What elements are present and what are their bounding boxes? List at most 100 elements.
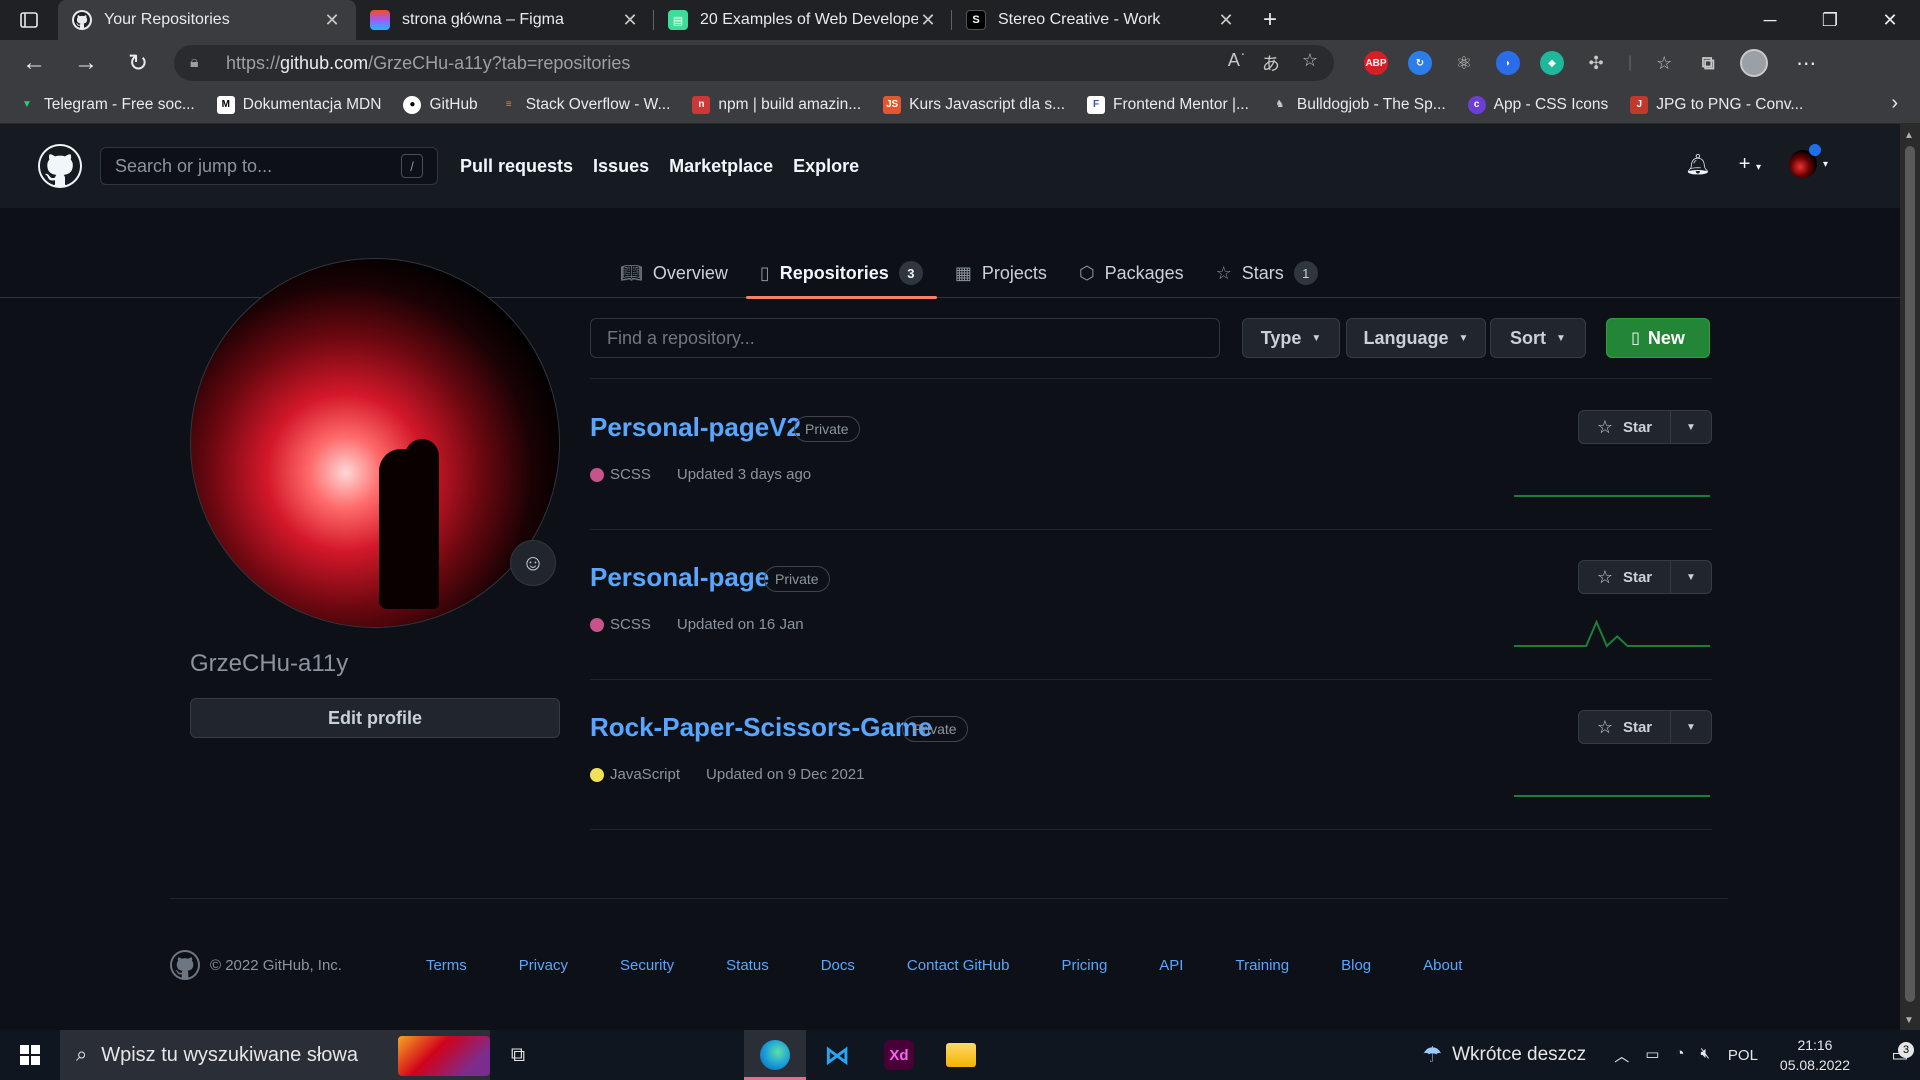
footer-link-privacy[interactable]: Privacy <box>519 957 568 974</box>
bell-icon[interactable]: 🔔︎ <box>1685 152 1710 177</box>
footer-link-blog[interactable]: Blog <box>1341 957 1371 974</box>
nav-marketplace[interactable]: Marketplace <box>669 156 773 177</box>
browser-tab-3[interactable]: S Stereo Creative - Work ✕ <box>952 0 1250 40</box>
scroll-down-icon[interactable]: ▼ <box>1904 1015 1914 1026</box>
back-arrow-icon[interactable]: ← <box>8 40 60 86</box>
smiley-status-icon[interactable]: ☺ <box>510 540 556 586</box>
task-view-icon[interactable]: ⧉ <box>490 1044 546 1067</box>
bookmark-css-icons[interactable]: c App - CSS Icons <box>1467 95 1608 114</box>
more-options-icon[interactable]: ⋯ <box>1796 51 1816 76</box>
bookmark-npm[interactable]: n npm | build amazin... <box>692 95 861 114</box>
github-logo-icon[interactable] <box>170 950 200 980</box>
repo-name-link[interactable]: Personal-page <box>590 562 769 593</box>
minimize-icon[interactable]: ─ <box>1740 0 1800 40</box>
page-scrollbar[interactable]: ▲ ▼ <box>1900 124 1920 1030</box>
sync-icon[interactable]: ↻ <box>1408 51 1432 75</box>
footer-link-training[interactable]: Training <box>1235 957 1289 974</box>
footer-link-api[interactable]: API <box>1159 957 1183 974</box>
react-devtools-icon[interactable]: ⚛ <box>1452 51 1476 75</box>
chevron-right-icon[interactable]: › <box>1891 92 1898 115</box>
bookmark-frontend-mentor[interactable]: F Frontend Mentor |... <box>1087 95 1249 114</box>
read-aloud-icon[interactable]: A͘ <box>1228 50 1240 76</box>
user-menu[interactable]: ▾ <box>1788 144 1828 178</box>
battery-icon[interactable]: ▭ <box>1645 1045 1659 1066</box>
star-button[interactable]: ☆ Star <box>1579 561 1671 593</box>
tab-packages[interactable]: ⬡ Packages <box>1065 248 1198 298</box>
nav-issues[interactable]: Issues <box>593 156 649 177</box>
restore-icon[interactable]: ❐ <box>1800 0 1860 40</box>
scrollbar-thumb[interactable] <box>1905 146 1915 1002</box>
vscode-app-button[interactable]: ⋈ <box>806 1030 868 1080</box>
repo-name-link[interactable]: Rock-Paper-Scissors-Game <box>590 712 932 743</box>
collections-icon[interactable]: ⧉ <box>1696 51 1720 75</box>
profile-avatar-large[interactable] <box>190 258 560 628</box>
create-new-dropdown[interactable]: + ▾ <box>1739 153 1761 176</box>
find-repository-input[interactable] <box>590 318 1220 358</box>
bookmark-stackoverflow[interactable]: ≡ Stack Overflow - W... <box>500 96 671 114</box>
nav-pull-requests[interactable]: Pull requests <box>460 156 573 177</box>
browser-tab-0[interactable]: Your Repositories ✕ <box>58 0 356 40</box>
footer-link-terms[interactable]: Terms <box>426 957 467 974</box>
notifications-button[interactable]: ▭3 <box>1880 1041 1920 1066</box>
favorite-add-icon[interactable]: ☆ <box>1302 50 1318 76</box>
tab-overview[interactable]: 📖︎ Overview <box>606 248 742 298</box>
footer-link-status[interactable]: Status <box>726 957 769 974</box>
footer-link-security[interactable]: Security <box>620 957 674 974</box>
sort-dropdown[interactable]: Sort ▼ <box>1490 318 1586 358</box>
weather-widget[interactable]: ☂ Wkrótce deszcz <box>1422 1042 1586 1068</box>
scroll-up-icon[interactable]: ▲ <box>1904 130 1914 141</box>
windows-start-button[interactable] <box>0 1045 60 1065</box>
close-window-icon[interactable]: ✕ <box>1860 0 1920 40</box>
close-tab-icon[interactable]: ✕ <box>1216 10 1236 31</box>
close-tab-icon[interactable]: ✕ <box>620 10 640 31</box>
edge-app-button[interactable] <box>744 1030 806 1080</box>
edit-profile-button[interactable]: Edit profile <box>190 698 560 738</box>
bookmark-bulldogjob[interactable]: ♞ Bulldogjob - The Sp... <box>1271 96 1445 114</box>
github-search-input[interactable]: Search or jump to... / <box>100 147 438 185</box>
new-repository-button[interactable]: ▯ New <box>1606 318 1710 358</box>
bookmark-github[interactable]: ● GitHub <box>403 95 478 114</box>
adobe-xd-app-button[interactable]: Xd <box>868 1030 930 1080</box>
translate-icon[interactable]: あ <box>1262 50 1280 76</box>
repo-name-link[interactable]: Personal-pageV2 <box>590 412 801 443</box>
taskbar-search-box[interactable]: ⌕ Wpisz tu wyszukiwane słowa <box>60 1030 490 1080</box>
bookmark-mdn[interactable]: M Dokumentacja MDN <box>216 95 381 114</box>
star-list-dropdown[interactable]: ▼ <box>1671 711 1711 743</box>
tab-stars[interactable]: ☆ Stars 1 <box>1202 248 1332 298</box>
extensions-icon[interactable]: ✣ <box>1584 51 1608 75</box>
star-button[interactable]: ☆ Star <box>1579 411 1671 443</box>
file-explorer-app-button[interactable] <box>930 1030 992 1080</box>
tab-projects[interactable]: ▦ Projects <box>941 248 1061 298</box>
new-tab-button[interactable]: + <box>1250 0 1290 40</box>
refresh-icon[interactable]: ↻ <box>112 40 164 86</box>
volume-muted-icon[interactable]: 🔇︎ <box>1700 1045 1709 1066</box>
star-list-dropdown[interactable]: ▼ <box>1671 411 1711 443</box>
browser-tab-2[interactable]: ▤ 20 Examples of Web Developers ✕ <box>654 0 952 40</box>
forward-arrow-icon[interactable]: → <box>60 40 112 86</box>
bookmark-telegram[interactable]: ▼ Telegram - Free soc... <box>18 96 195 114</box>
taskbar-clock[interactable]: 21:16 05.08.2022 <box>1780 1035 1850 1075</box>
type-dropdown[interactable]: Type ▼ <box>1242 318 1340 358</box>
wifi-icon[interactable]: ◔ <box>1675 1045 1684 1066</box>
tab-repositories[interactable]: ▯ Repositories 3 <box>745 248 937 299</box>
favorites-icon[interactable]: ☆ <box>1652 51 1676 75</box>
close-tab-icon[interactable]: ✕ <box>918 10 938 31</box>
profile-avatar[interactable] <box>1740 49 1769 77</box>
chevron-up-icon[interactable]: ︿ <box>1614 1045 1629 1066</box>
language-dropdown[interactable]: Language ▼ <box>1346 318 1486 358</box>
close-tab-icon[interactable]: ✕ <box>322 10 342 31</box>
github-logo-icon[interactable] <box>38 144 82 188</box>
footer-link-pricing[interactable]: Pricing <box>1061 957 1107 974</box>
footer-link-docs[interactable]: Docs <box>821 957 855 974</box>
url-bar[interactable]: 🔒︎ https://github.com/GrzeCHu-a11y?tab=r… <box>174 45 1334 81</box>
browser-tab-1[interactable]: strona główna – Figma ✕ <box>356 0 654 40</box>
vue-icon[interactable]: ◆ <box>1540 51 1564 75</box>
star-list-dropdown[interactable]: ▼ <box>1671 561 1711 593</box>
wappalyzer-icon[interactable]: ◗ <box>1496 51 1520 75</box>
tab-actions-button[interactable] <box>0 0 58 40</box>
footer-link-contact[interactable]: Contact GitHub <box>907 957 1010 974</box>
footer-link-about[interactable]: About <box>1423 957 1462 974</box>
star-button[interactable]: ☆ Star <box>1579 711 1671 743</box>
adblock-plus-icon[interactable]: ABP <box>1364 51 1388 75</box>
nav-explore[interactable]: Explore <box>793 156 859 177</box>
